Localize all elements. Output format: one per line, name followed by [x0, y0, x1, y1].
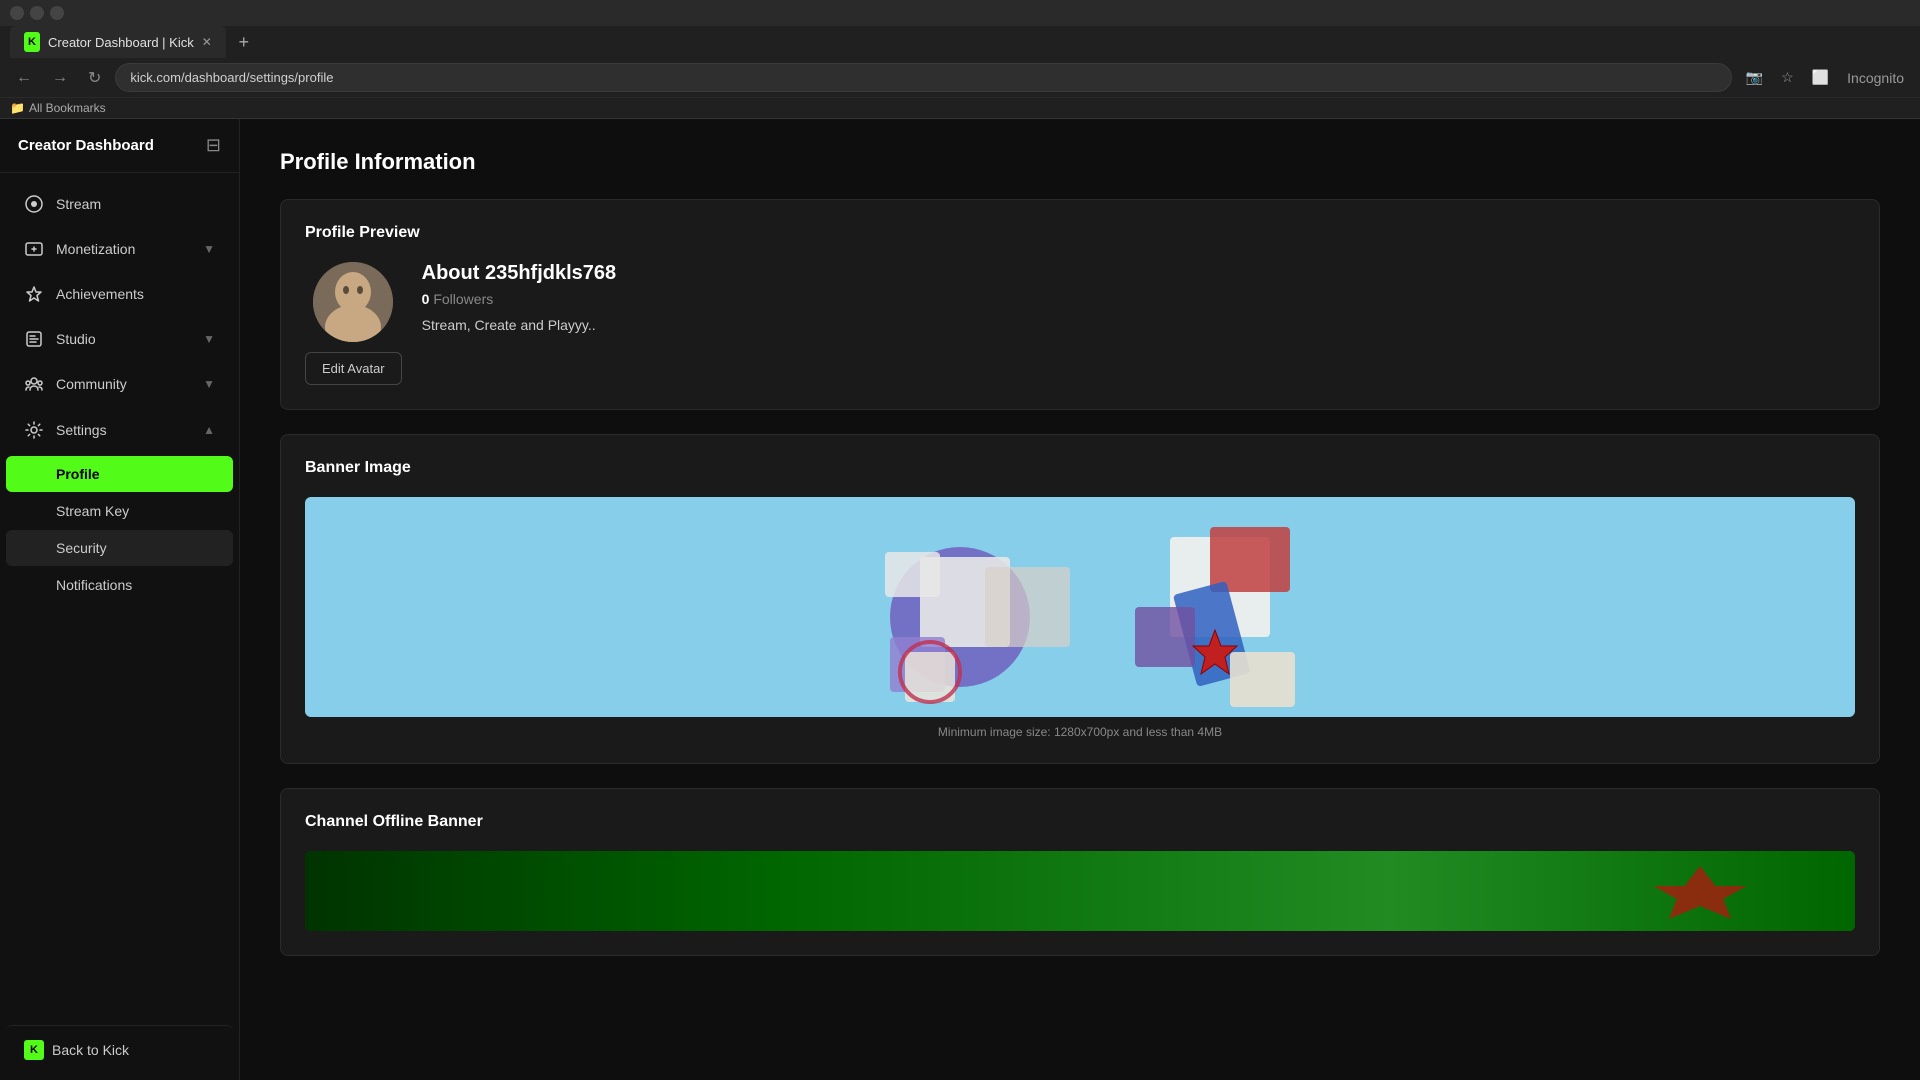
back-to-kick-button[interactable]: K Back to Kick [6, 1025, 233, 1074]
sidebar-title: Creator Dashboard [18, 137, 154, 154]
sidebar-item-security[interactable]: Security [6, 530, 233, 566]
camera-off-icon[interactable]: 📷 [1740, 65, 1769, 90]
sidebar-item-stream-key[interactable]: Stream Key [6, 493, 233, 529]
offline-banner-preview [305, 851, 1855, 931]
sidebar-header: Creator Dashboard ⊟ [0, 119, 239, 173]
followers-count: 0 [422, 291, 430, 307]
monetization-label: Monetization [56, 241, 191, 257]
address-bar[interactable]: kick.com/dashboard/settings/profile [115, 63, 1731, 92]
tablet-icon[interactable]: ⬜ [1806, 65, 1835, 90]
bookmark-icon[interactable]: ☆ [1775, 65, 1800, 90]
settings-section: Settings ▲ Profile Stream Key Security N… [0, 408, 239, 606]
sidebar-item-notifications[interactable]: Notifications [6, 567, 233, 603]
banner-image-title: Banner Image [305, 459, 1855, 477]
forward-button[interactable]: → [46, 65, 74, 91]
address-text: kick.com/dashboard/settings/profile [130, 70, 333, 85]
tab-title: Creator Dashboard | Kick [48, 35, 194, 50]
back-to-kick-label: Back to Kick [52, 1042, 129, 1058]
settings-chevron-icon: ▲ [203, 423, 215, 437]
avatar [313, 262, 393, 342]
sidebar-collapse-button[interactable]: ⊟ [206, 135, 221, 156]
sidebar-item-stream[interactable]: Stream [6, 182, 233, 226]
page-title: Profile Information [280, 149, 1880, 175]
profile-preview-card: Profile Preview [280, 199, 1880, 410]
address-bar-row: ← → ↻ kick.com/dashboard/settings/profil… [0, 58, 1920, 97]
incognito-label: Incognito [1847, 70, 1904, 86]
bookmarks-folder-icon: 📁 [10, 101, 25, 115]
bookmarks-bar: 📁 All Bookmarks [0, 97, 1920, 118]
avatar-image [313, 262, 393, 342]
bookmarks-label: All Bookmarks [29, 101, 106, 115]
tab-favicon: K [24, 34, 40, 50]
banner-caption: Minimum image size: 1280x700px and less … [305, 725, 1855, 739]
community-icon [24, 374, 44, 394]
monetization-chevron-icon: ▼ [203, 242, 215, 256]
banner-image-preview [305, 497, 1855, 717]
kick-favicon-icon: K [24, 32, 40, 52]
achievements-label: Achievements [56, 286, 215, 302]
profile-preview-content: Edit Avatar About 235hfjdkls768 0 Follow… [305, 262, 1855, 385]
studio-icon [24, 329, 44, 349]
settings-children: Profile Stream Key Security Notification… [0, 453, 239, 606]
sidebar: Creator Dashboard ⊟ Stream [0, 119, 240, 1080]
sidebar-item-community[interactable]: Community ▼ [6, 362, 233, 406]
titlebar [0, 0, 1920, 26]
back-button[interactable]: ← [10, 65, 38, 91]
profile-preview-title: Profile Preview [305, 224, 1855, 242]
studio-label: Studio [56, 331, 191, 347]
sidebar-item-profile[interactable]: Profile [6, 456, 233, 492]
close-window-btn[interactable] [10, 6, 24, 20]
main-content: Profile Information Profile Preview [240, 119, 1920, 1080]
offline-banner-title: Channel Offline Banner [305, 813, 1855, 831]
collapse-icon: ⊟ [206, 135, 221, 155]
edit-avatar-label: Edit Avatar [322, 361, 385, 376]
edit-avatar-button[interactable]: Edit Avatar [305, 352, 402, 385]
browser-chrome: K Creator Dashboard | Kick ✕ + ← → ↻ kic… [0, 0, 1920, 119]
community-label: Community [56, 376, 191, 392]
profile-username: About 235hfjdkls768 [422, 262, 1855, 285]
stream-key-label: Stream Key [56, 503, 129, 519]
profile-info: About 235hfjdkls768 0 Followers Stream, … [422, 262, 1855, 333]
studio-chevron-icon: ▼ [203, 332, 215, 346]
kick-logo-icon: K [24, 1040, 44, 1060]
banner-image-card: Banner Image [280, 434, 1880, 764]
sidebar-item-achievements[interactable]: Achievements [6, 272, 233, 316]
settings-icon [24, 420, 44, 440]
tab-bar: K Creator Dashboard | Kick ✕ + [0, 26, 1920, 58]
stream-icon [24, 194, 44, 214]
reload-button[interactable]: ↻ [82, 64, 107, 92]
minimize-window-btn[interactable] [30, 6, 44, 20]
window-controls [10, 6, 64, 20]
browser-actions: 📷 ☆ ⬜ Incognito [1740, 65, 1910, 90]
offline-banner-card: Channel Offline Banner [280, 788, 1880, 956]
sidebar-nav: Stream Monetization ▼ [0, 173, 239, 1019]
followers-text: Followers [433, 291, 493, 307]
sidebar-item-monetization[interactable]: Monetization ▼ [6, 227, 233, 271]
app-layout: Creator Dashboard ⊟ Stream [0, 119, 1920, 1080]
sidebar-item-settings[interactable]: Settings ▲ [6, 408, 233, 452]
community-chevron-icon: ▼ [203, 377, 215, 391]
profile-bio: Stream, Create and Playyy.. [422, 317, 1855, 333]
achievements-icon [24, 284, 44, 304]
profile-left: Edit Avatar [305, 262, 402, 385]
security-label: Security [56, 540, 107, 556]
stream-label: Stream [56, 196, 215, 212]
new-tab-button[interactable]: + [230, 28, 258, 56]
monetization-icon [24, 239, 44, 259]
maximize-window-btn[interactable] [50, 6, 64, 20]
active-tab[interactable]: K Creator Dashboard | Kick ✕ [10, 26, 226, 58]
incognito-button[interactable]: Incognito [1841, 66, 1910, 90]
notifications-label: Notifications [56, 577, 132, 593]
profile-followers: 0 Followers [422, 291, 1855, 307]
profile-label: Profile [56, 466, 100, 482]
tab-close-icon[interactable]: ✕ [202, 35, 212, 49]
sidebar-item-studio[interactable]: Studio ▼ [6, 317, 233, 361]
settings-label: Settings [56, 422, 191, 438]
